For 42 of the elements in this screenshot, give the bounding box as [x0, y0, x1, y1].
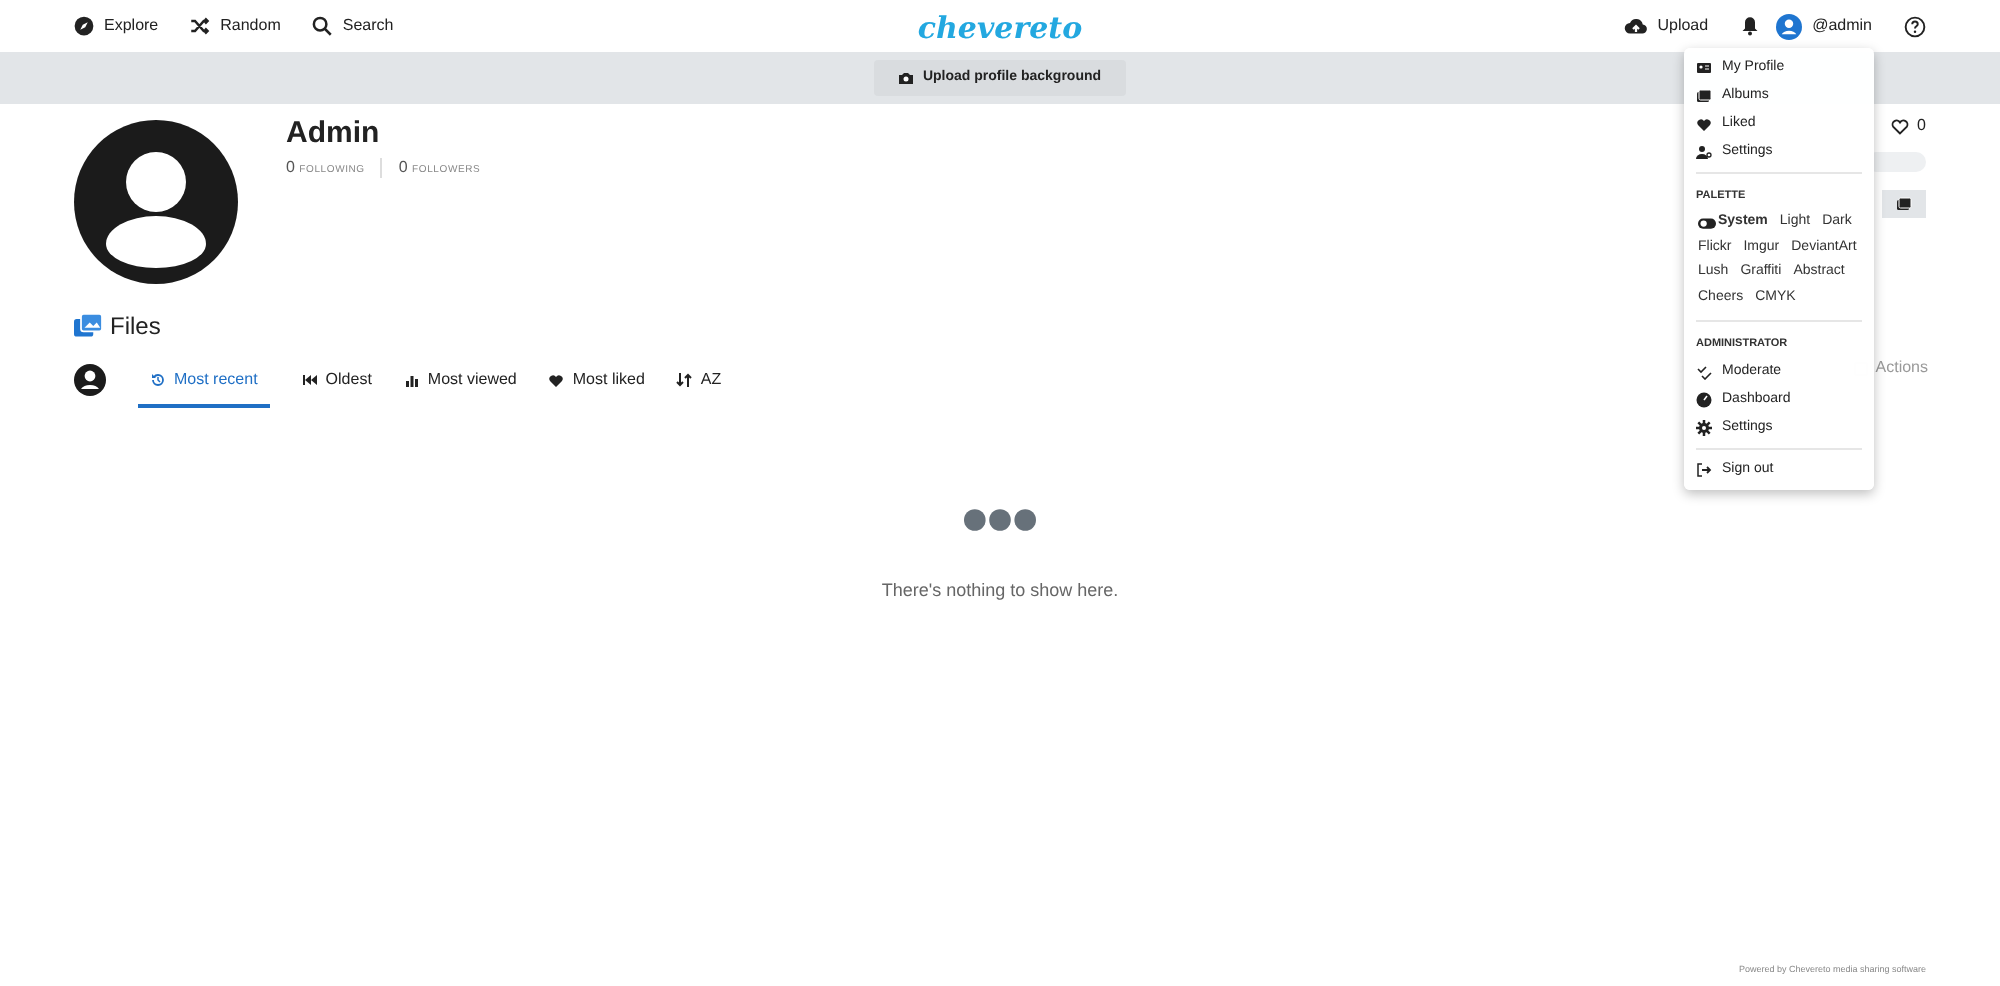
toggle-icon [1698, 214, 1716, 233]
upload-link[interactable]: Upload [1623, 14, 1709, 38]
loading-indicator-icon [964, 508, 1036, 532]
nav-link[interactable]: Search [312, 14, 394, 38]
empty-message: There's nothing to show here. [879, 578, 1121, 604]
heart-icon [1889, 116, 1910, 136]
sort-tab[interactable]: Most recent [138, 368, 270, 408]
rewind-icon [301, 372, 318, 388]
user-gear-icon [1696, 144, 1712, 161]
compass-icon [74, 16, 94, 36]
shuffle-icon [190, 16, 211, 36]
sort-tab[interactable]: AZ [676, 368, 722, 408]
settings-icon [1696, 419, 1712, 436]
album-icon [1696, 88, 1712, 105]
sort-tab[interactable]: Oldest [301, 368, 372, 408]
profile-name: Admin [286, 118, 382, 148]
heart-icon [548, 372, 565, 388]
help-icon[interactable] [1904, 15, 1926, 37]
nav-link[interactable]: Random [190, 14, 281, 38]
sign-out-icon [1696, 461, 1712, 478]
id-card-icon [1696, 60, 1712, 77]
nav-link[interactable]: Explore [74, 14, 159, 38]
moderate-icon [1696, 363, 1712, 380]
search-icon [312, 16, 333, 36]
heart-icon [1696, 116, 1712, 133]
bar-chart-icon [403, 372, 420, 388]
camera-icon [898, 70, 915, 86]
sort-icon [676, 372, 693, 388]
images-icon [74, 312, 102, 340]
likes-count: 0 [1889, 114, 1926, 138]
avatar-icon [1776, 13, 1803, 39]
bell-icon[interactable] [1740, 16, 1761, 36]
album-button[interactable] [1882, 190, 1926, 218]
sort-tab[interactable]: Most liked [548, 368, 645, 408]
user-menu[interactable]: @admin [1776, 13, 1872, 39]
sort-tab[interactable]: Most viewed [403, 368, 517, 408]
gauge-icon [1696, 391, 1712, 408]
section-title: Files [110, 310, 161, 344]
user-avatar-icon [74, 364, 106, 396]
history-icon [150, 372, 166, 388]
cloud-upload-icon [1623, 14, 1648, 38]
album-icon [1896, 196, 1912, 212]
